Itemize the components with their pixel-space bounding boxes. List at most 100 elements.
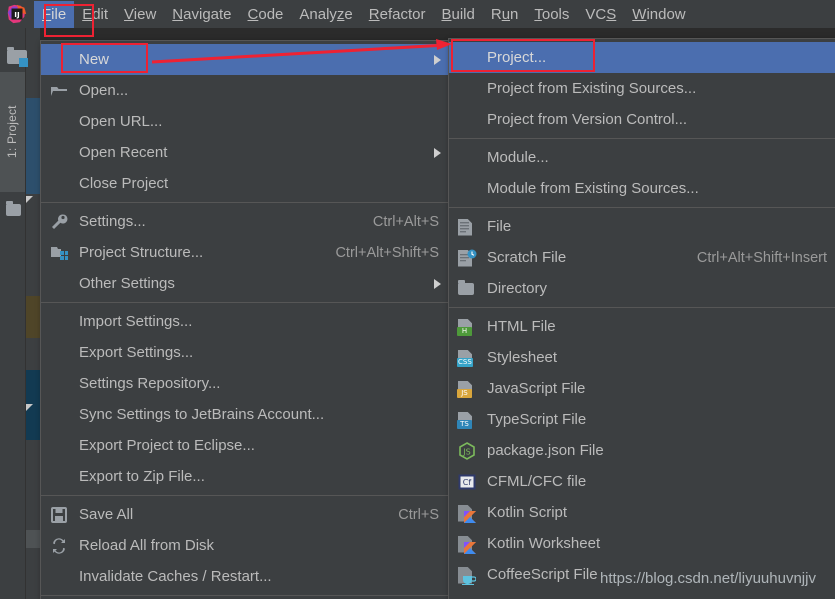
menu-item-stylesheet[interactable]: CSS Stylesheet (449, 342, 835, 373)
menubar-item-tools[interactable]: Tools (526, 1, 577, 28)
menu-item-label: Kotlin Script (487, 504, 835, 521)
menu-item-save-all[interactable]: Save AllCtrl+S (41, 499, 451, 530)
open-folder-icon (49, 81, 69, 101)
menu-item-open[interactable]: Open... (41, 75, 451, 106)
wrench-icon (49, 212, 69, 232)
kotlin-icon (457, 503, 477, 523)
menu-item-close-project[interactable]: Close Project (41, 168, 451, 199)
file-menu-popup[interactable]: New Open... Open URL... Open Recent Close Pr… (40, 40, 452, 599)
reload-icon (49, 536, 69, 556)
no-icon (49, 374, 69, 394)
menu-item-label: Project Structure... (79, 244, 317, 261)
menu-item-cfml-cfc-file[interactable]: CfCFML/CFC file (449, 466, 835, 497)
sidebar-item-project[interactable]: 1: Project (0, 72, 25, 192)
menu-item-javascript-file[interactable]: JSJavaScript File (449, 373, 835, 404)
menubar-item-analyze[interactable]: Analyze (291, 1, 360, 28)
menu-item-label: HTML File (487, 318, 835, 335)
menu-item-label: Export to Zip File... (79, 468, 451, 485)
menu-item-label: Stylesheet (487, 349, 835, 366)
intellij-idea-logo-icon: IJ (6, 3, 28, 25)
menu-item-typescript-file[interactable]: TSTypeScript File (449, 404, 835, 435)
menubar-item-edit[interactable]: Edit (74, 1, 116, 28)
menu-item-label: Import Settings... (79, 313, 451, 330)
menubar-item-code[interactable]: Code (240, 1, 292, 28)
menu-item-file[interactable]: File (449, 211, 835, 242)
menu-item-module-from-existing-sources[interactable]: Module from Existing Sources... (449, 173, 835, 204)
new-submenu-popup[interactable]: Project...Project from Existing Sources.… (448, 38, 835, 599)
menu-item-kotlin-script[interactable]: Kotlin Script (449, 497, 835, 528)
menu-item-invalidate-caches-restart[interactable]: Invalidate Caches / Restart... (41, 561, 451, 592)
menu-item-label: Other Settings (79, 275, 434, 292)
panel-scroll-thumb[interactable] (25, 530, 40, 548)
menu-item-open-recent[interactable]: Open Recent (41, 137, 451, 168)
menu-item-label: Open URL... (79, 113, 451, 130)
menu-item-export-project-to-eclipse[interactable]: Export Project to Eclipse... (41, 430, 451, 461)
menu-item-label: Scratch File (487, 249, 679, 266)
menu-item-label: New (79, 51, 434, 68)
no-icon (457, 48, 477, 68)
menu-separator (449, 307, 835, 308)
menu-separator (449, 207, 835, 208)
menu-item-reload-all-from-disk[interactable]: Reload All from Disk (41, 530, 451, 561)
no-icon (49, 143, 69, 163)
no-icon (457, 110, 477, 130)
menu-item-label: Kotlin Worksheet (487, 535, 835, 552)
menu-item-label: Close Project (79, 175, 451, 192)
menubar-item-file[interactable]: File (34, 1, 74, 28)
no-icon (49, 405, 69, 425)
panel-highlight-blue (25, 98, 40, 194)
project-toolwindow-icon[interactable] (6, 46, 30, 66)
menu-item-scratch-file[interactable]: Scratch File Ctrl+Alt+Shift+Insert (449, 242, 835, 273)
submenu-arrow-icon (434, 148, 441, 158)
menu-item-export-to-zip-file[interactable]: Export to Zip File... (41, 461, 451, 492)
menu-item-project-from-version-control[interactable]: Project from Version Control... (449, 104, 835, 135)
no-icon (49, 274, 69, 294)
menu-item-label: Reload All from Disk (79, 537, 451, 554)
menubar-item-navigate[interactable]: Navigate (164, 1, 239, 28)
menu-item-settings[interactable]: Settings...Ctrl+Alt+S (41, 206, 451, 237)
menu-item-module[interactable]: Module... (449, 142, 835, 173)
nodejs-icon: JS (457, 441, 477, 461)
menu-item-kotlin-worksheet[interactable]: Kotlin Worksheet (449, 528, 835, 559)
menu-item-label: Export Settings... (79, 344, 451, 361)
html-file-icon: H (457, 317, 477, 337)
menu-item-other-settings[interactable]: Other Settings (41, 268, 451, 299)
no-icon (49, 174, 69, 194)
menu-bar: IJ FileEditViewNavigateCodeAnalyzeRefact… (0, 0, 835, 28)
submenu-arrow-icon (434, 55, 441, 65)
menu-item-directory[interactable]: Directory (449, 273, 835, 304)
menu-item-import-settings[interactable]: Import Settings... (41, 306, 451, 337)
menu-item-project-from-existing-sources[interactable]: Project from Existing Sources... (449, 73, 835, 104)
menu-item-export-settings[interactable]: Export Settings... (41, 337, 451, 368)
menubar-item-refactor[interactable]: Refactor (361, 1, 434, 28)
menu-item-open-url[interactable]: Open URL... (41, 106, 451, 137)
menu-item-label: Module from Existing Sources... (487, 180, 835, 197)
menubar-item-vcs[interactable]: VCS (577, 1, 624, 28)
panel-marker-triangle-2 (26, 404, 33, 411)
menubar-item-view[interactable]: View (116, 1, 164, 28)
sidebar-item-project-label: 1: Project (5, 106, 19, 159)
menu-item-sync-settings-to-jetbrains-account[interactable]: Sync Settings to JetBrains Account... (41, 399, 451, 430)
kotlin-icon (457, 534, 477, 554)
menu-item-settings-repository[interactable]: Settings Repository... (41, 368, 451, 399)
menu-item-html-file[interactable]: H HTML File (449, 311, 835, 342)
menu-item-label: File (487, 218, 835, 235)
menu-item-label: JavaScript File (487, 380, 835, 397)
menubar-item-run[interactable]: Run (483, 1, 527, 28)
menu-item-new[interactable]: New (41, 44, 451, 75)
intellij-window: 1: Project IJ FileEditViewNavigateCodeAn… (0, 0, 835, 599)
save-icon (49, 505, 69, 525)
menu-item-label: CFML/CFC file (487, 473, 835, 490)
menu-item-package-json-file[interactable]: JSpackage.json File (449, 435, 835, 466)
menubar-item-window[interactable]: Window (624, 1, 693, 28)
menu-item-project-structure[interactable]: Project Structure...Ctrl+Alt+Shift+S (41, 237, 451, 268)
css-file-icon: CSS (457, 348, 477, 368)
directory-icon (457, 279, 477, 299)
menu-item-shortcut: Ctrl+Alt+S (373, 214, 439, 230)
menu-item-shortcut: Ctrl+Alt+Shift+Insert (697, 250, 827, 266)
menu-item-label: Open... (79, 82, 451, 99)
menu-item-label: Module... (487, 149, 835, 166)
watermark-url: https://blog.csdn.net/liyuuhuvnjjv (600, 570, 816, 587)
menu-item-project[interactable]: Project... (449, 42, 835, 73)
menubar-item-build[interactable]: Build (433, 1, 482, 28)
